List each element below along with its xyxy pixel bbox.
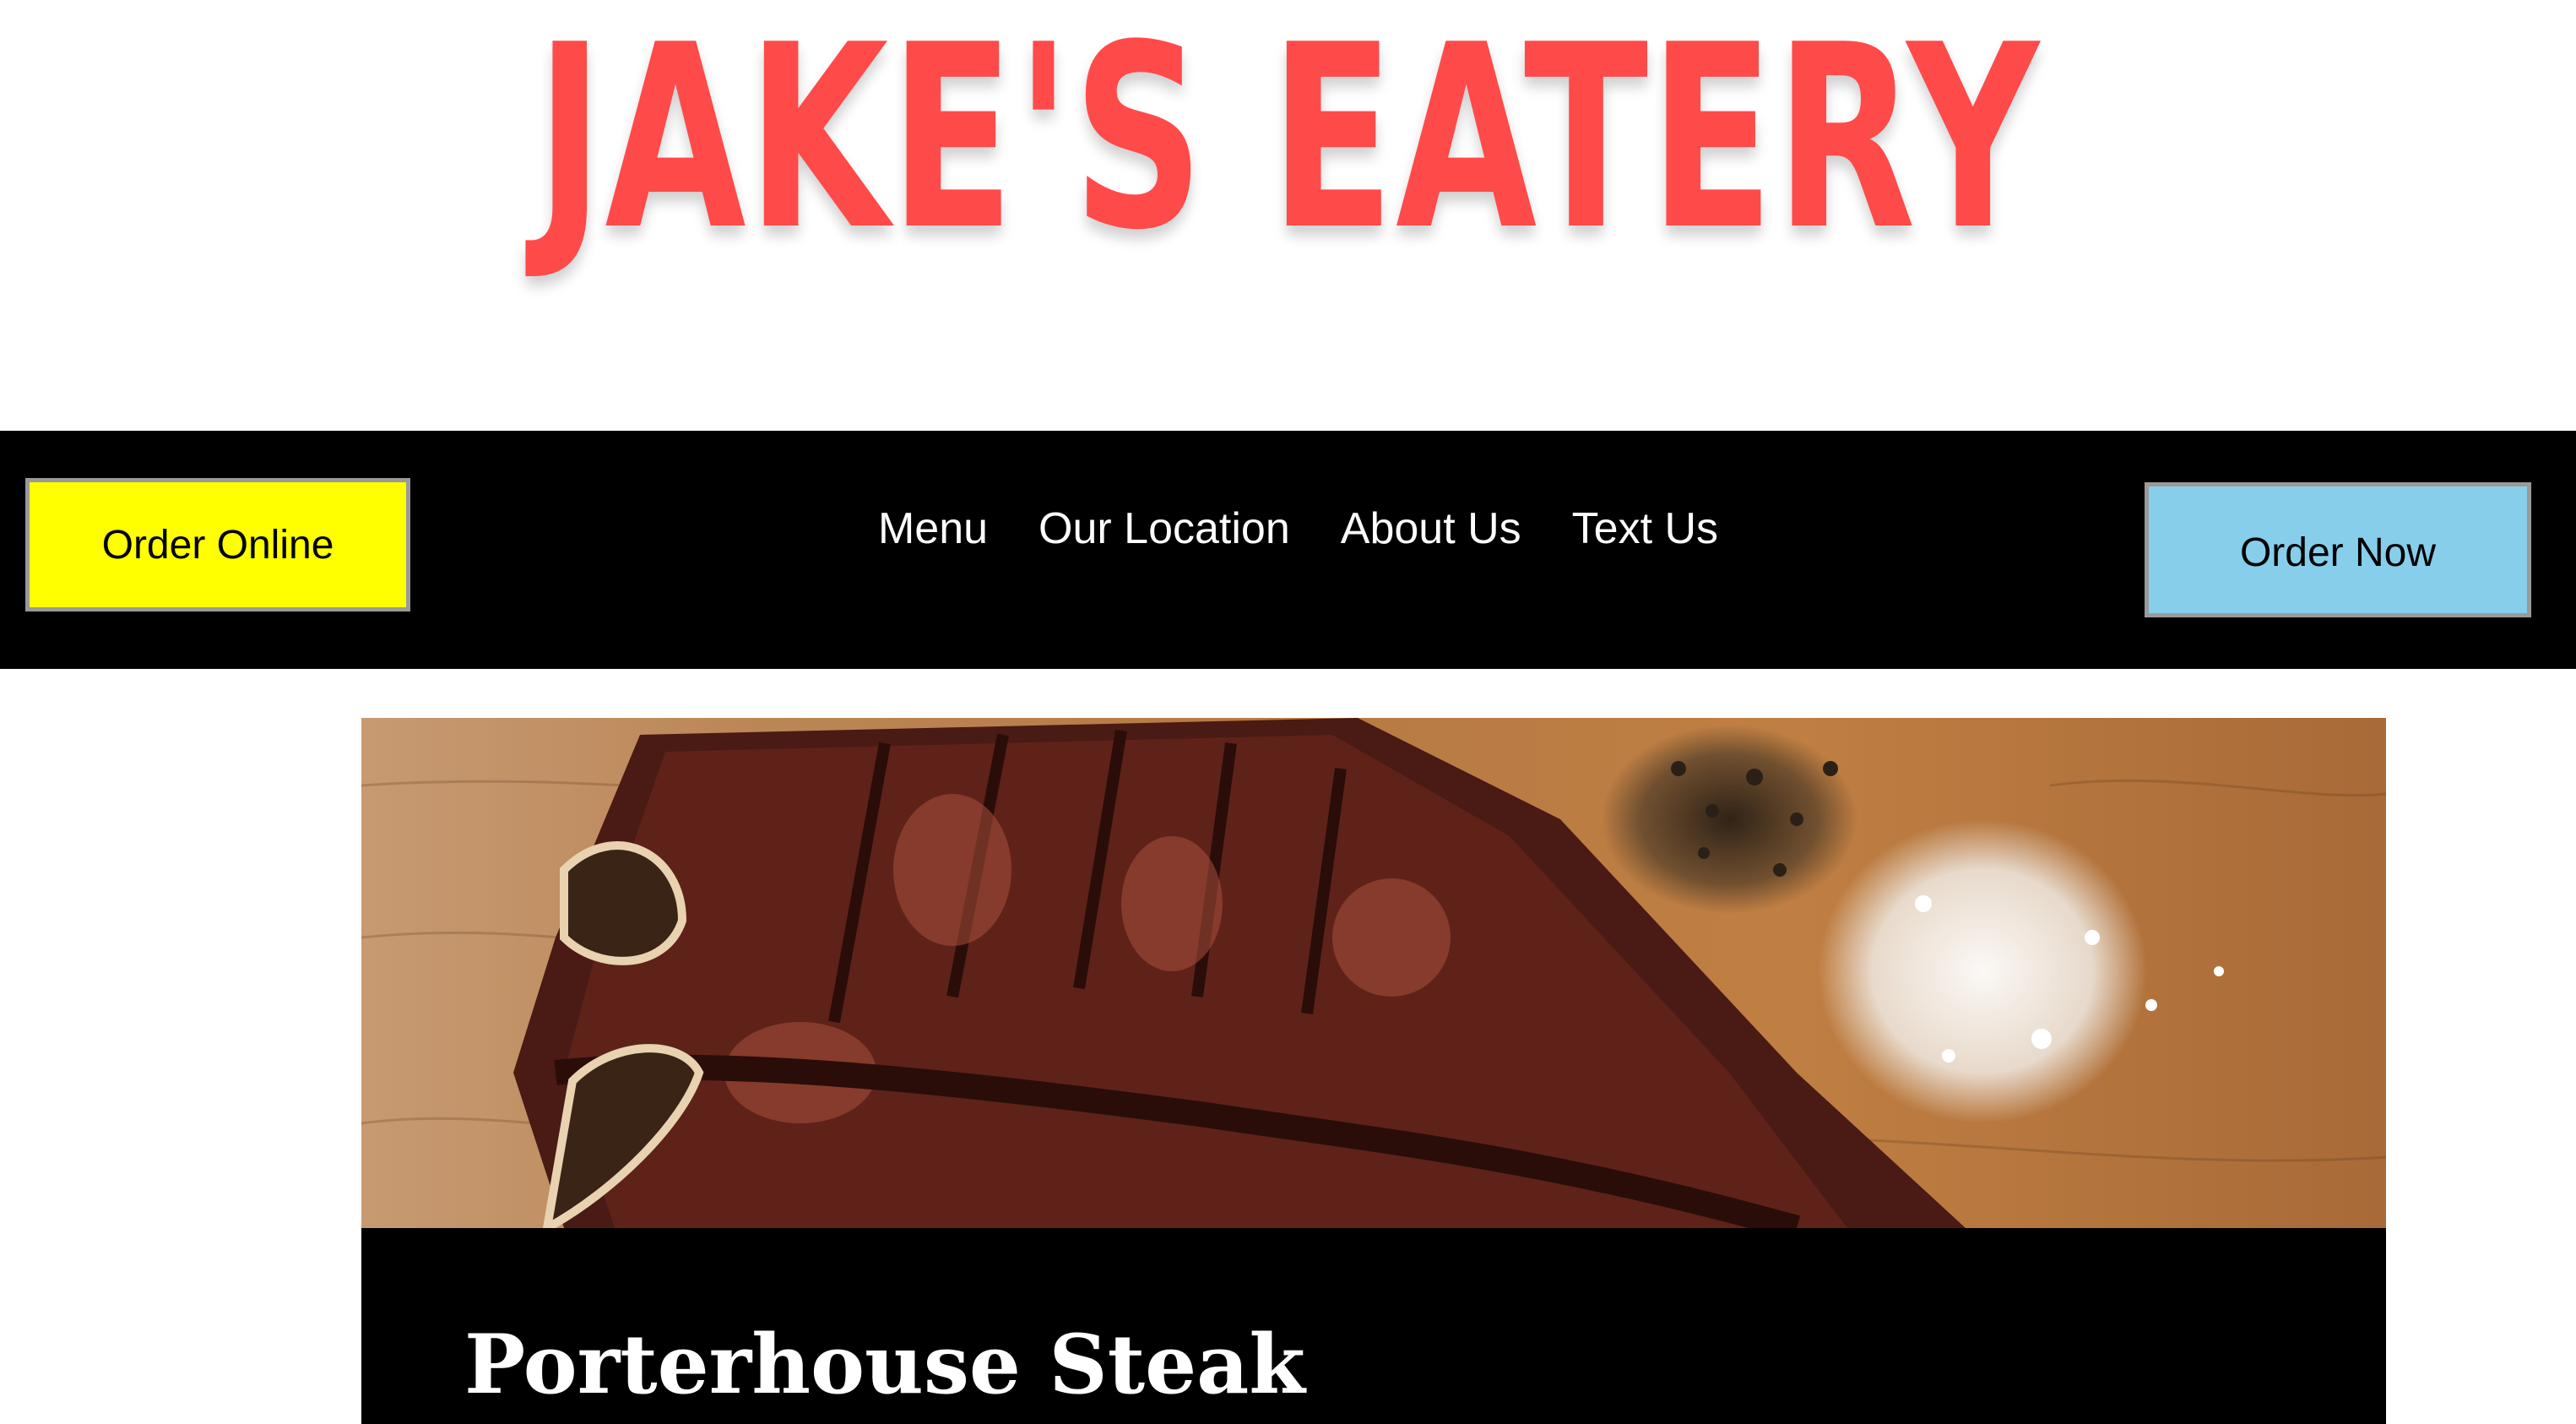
order-now-button[interactable]: Order Now (2145, 482, 2531, 617)
dish-title: Porterhouse Steak (464, 1317, 1305, 1412)
steak-illustration (361, 718, 2386, 1228)
nav-link-our-location[interactable]: Our Location (1039, 507, 1290, 551)
featured-dish-card[interactable]: Porterhouse Steak (361, 718, 2386, 1424)
nav-link-about-us[interactable]: About Us (1341, 507, 1521, 551)
navigation-bar: Order Online Menu Our Location About Us … (0, 431, 2576, 669)
porterhouse-steak-photo (361, 718, 2386, 1228)
site-logo[interactable]: JAKE'S EATERY (361, 12, 2215, 265)
nav-link-text-us[interactable]: Text Us (1572, 507, 1718, 551)
nav-link-menu[interactable]: Menu (878, 507, 988, 551)
header-logo-area: JAKE'S EATERY (0, 0, 2576, 431)
